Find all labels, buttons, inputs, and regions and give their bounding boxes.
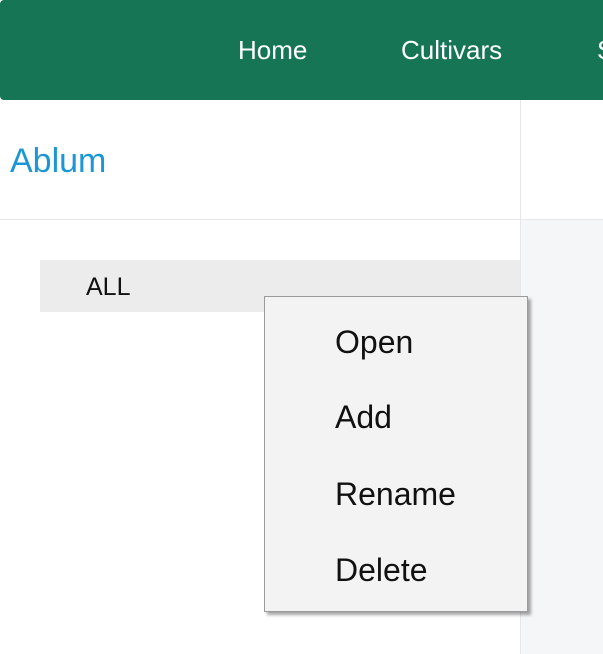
nav-cultivars-link[interactable]: Cultivars	[401, 34, 502, 66]
nav-home-link[interactable]: Home	[238, 34, 307, 66]
menu-item-delete[interactable]: Delete	[335, 551, 428, 589]
right-panel-content	[521, 220, 603, 654]
right-panel-header	[521, 100, 603, 220]
album-title[interactable]: Ablum	[10, 142, 106, 180]
nav-next-link[interactable]: S	[597, 34, 603, 66]
menu-item-open[interactable]: Open	[335, 323, 413, 361]
header-divider	[0, 219, 603, 220]
context-menu: Open Add Rename Delete	[264, 296, 528, 612]
menu-item-rename[interactable]: Rename	[335, 475, 456, 513]
top-navigation-bar: Home Cultivars S	[0, 0, 603, 100]
menu-item-add[interactable]: Add	[335, 398, 392, 436]
tree-item-label: ALL	[86, 273, 131, 301]
